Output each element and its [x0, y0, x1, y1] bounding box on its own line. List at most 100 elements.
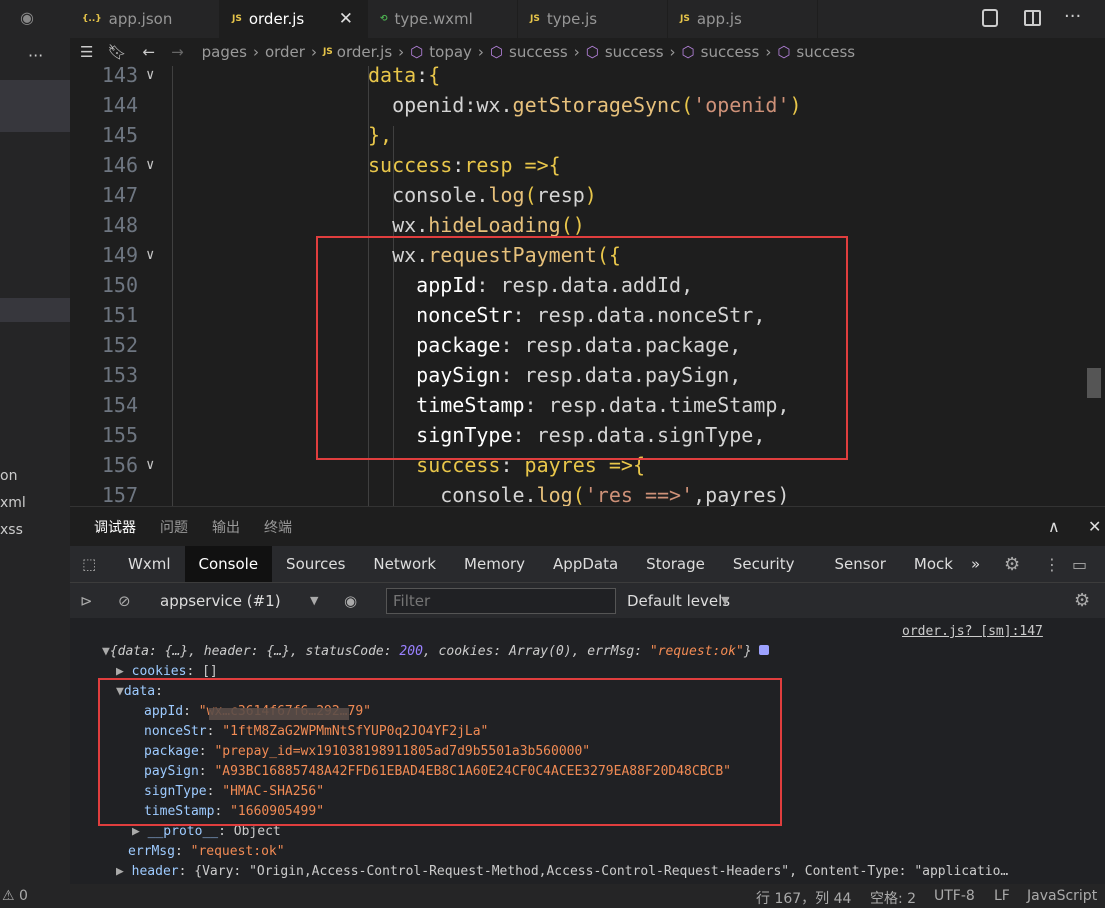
breadcrumb-item[interactable]: success: [509, 43, 568, 61]
tab-problems[interactable]: 问题: [160, 517, 188, 537]
source-link[interactable]: order.js? [sm]:147: [902, 622, 1043, 642]
line-number: 150: [101, 273, 138, 297]
panel-tabs: 调试器 问题 输出 终端 ∧ ✕: [70, 506, 1105, 546]
tab-appdata[interactable]: AppData: [539, 546, 632, 582]
tab-security[interactable]: Security: [719, 546, 809, 582]
tab-label: app.json: [108, 10, 173, 28]
language-mode[interactable]: JavaScript: [1027, 888, 1097, 904]
tab-sensor[interactable]: Sensor: [820, 546, 899, 582]
inspect-icon[interactable]: ⬚: [70, 555, 114, 573]
tab-storage[interactable]: Storage: [632, 546, 719, 582]
tab-console[interactable]: Console: [184, 546, 273, 582]
tab-mock[interactable]: Mock: [900, 546, 967, 582]
close-panel-icon[interactable]: ✕: [1088, 517, 1101, 536]
tab-label: type.wxml: [394, 10, 473, 28]
tab-wxml[interactable]: Wxml: [114, 546, 185, 582]
tab-label: order.js: [248, 10, 305, 28]
settings-icon[interactable]: ⚙: [1004, 554, 1020, 575]
tab-network[interactable]: Network: [359, 546, 450, 582]
tab-app-js[interactable]: JS app.js: [668, 0, 818, 38]
compare-icon[interactable]: [982, 9, 998, 27]
sidebar-highlight-item[interactable]: [0, 298, 70, 322]
cube-icon: ⬡: [410, 43, 424, 61]
log-summary[interactable]: ▼{data: {…}, header: {…}, statusCode: 20…: [102, 642, 770, 662]
json-file-icon: {..}: [82, 14, 102, 24]
breadcrumb-item[interactable]: pages: [202, 43, 247, 61]
editor-scrollbar[interactable]: [1087, 368, 1101, 398]
breadcrumb-item[interactable]: success: [796, 43, 855, 61]
context-select[interactable]: appservice (#1): [160, 592, 281, 610]
code-line: console.log(resp): [392, 183, 597, 207]
breadcrumb-item[interactable]: order: [265, 43, 305, 61]
console-settings-icon[interactable]: ⚙: [1074, 590, 1090, 611]
activity-icon-area[interactable]: ◉: [20, 8, 34, 27]
tab-order-js[interactable]: JS order.js ✕: [220, 0, 368, 38]
tab-debugger[interactable]: 调试器: [94, 517, 136, 537]
cube-icon: ⬡: [681, 43, 695, 61]
tab-terminal[interactable]: 终端: [264, 517, 292, 537]
highlight-box-request-payment: [316, 236, 848, 460]
kebab-icon[interactable]: ⋮: [1044, 555, 1060, 574]
code-line: openid:wx.getStorageSync('openid'): [392, 93, 802, 117]
tab-label: type.js: [546, 10, 598, 28]
activity-bar: ◉ ··· on xml xss: [0, 0, 70, 884]
close-icon[interactable]: ✕: [339, 9, 353, 29]
breadcrumb-item[interactable]: topay: [429, 43, 472, 61]
tab-app-json[interactable]: {..} app.json: [70, 0, 220, 38]
line-number: 145: [101, 123, 138, 147]
line-number: 149: [101, 243, 138, 267]
more-actions-icon[interactable]: ···: [1064, 6, 1081, 27]
eye-icon[interactable]: ◉: [344, 592, 357, 610]
chevron-down-icon[interactable]: ∨: [146, 150, 154, 180]
chevron-down-icon[interactable]: ∨: [146, 450, 154, 480]
filter-input[interactable]: [386, 588, 616, 614]
more-tabs-icon[interactable]: »: [967, 546, 984, 582]
maximize-icon[interactable]: ∧: [1048, 517, 1060, 536]
code-line: success:resp =>{: [368, 153, 561, 177]
breadcrumb-item[interactable]: success: [605, 43, 664, 61]
indentation[interactable]: 空格: 2: [870, 888, 916, 908]
line-number: 144: [101, 93, 138, 117]
line-number: 153: [101, 363, 138, 387]
sidebar-label: on: [0, 468, 18, 484]
chevron-down-icon[interactable]: ∨: [146, 66, 154, 90]
levels-dropdown[interactable]: Default levels: [627, 592, 730, 610]
header-row[interactable]: ▶ header: {Vary: "Origin,Access-Control-…: [116, 862, 1008, 882]
outline-icon[interactable]: ☰: [80, 43, 93, 61]
line-number: 147: [101, 183, 138, 207]
tab-sources[interactable]: Sources: [272, 546, 359, 582]
code-line: console.log('res ==>',payres): [440, 483, 790, 506]
chevron-down-icon[interactable]: ∨: [146, 240, 154, 270]
cube-icon: ⬡: [777, 43, 791, 61]
cube-icon: ⬡: [585, 43, 599, 61]
tab-type-js[interactable]: JS type.js: [518, 0, 668, 38]
breadcrumb-item[interactable]: order.js: [337, 43, 392, 61]
bookmark-icon[interactable]: 🔖︎: [107, 43, 126, 61]
sidebar-toggle-icon[interactable]: ⊳: [80, 592, 93, 610]
context-dropdown-icon[interactable]: ▼: [310, 594, 318, 607]
levels-chevron-icon[interactable]: ▼: [721, 594, 729, 607]
sidebar-label: xss: [0, 522, 23, 538]
console-output[interactable]: order.js? [sm]:147 ▼{data: {…}, header: …: [70, 618, 1105, 884]
breadcrumb-item[interactable]: success: [701, 43, 760, 61]
sidebar-selected-item[interactable]: [0, 80, 70, 132]
line-number: 148: [101, 213, 138, 237]
line-ending[interactable]: LF: [994, 888, 1010, 904]
tab-output[interactable]: 输出: [212, 517, 240, 537]
warnings-count[interactable]: ⚠ 0: [2, 888, 28, 904]
more-icon[interactable]: ···: [28, 46, 43, 65]
highlight-box-data: [98, 678, 782, 826]
tab-memory[interactable]: Memory: [450, 546, 539, 582]
dock-icon[interactable]: ▭: [1072, 555, 1087, 574]
line-number: 152: [101, 333, 138, 357]
tab-type-wxml[interactable]: ⟲ type.wxml: [368, 0, 518, 38]
encoding[interactable]: UTF-8: [934, 888, 975, 904]
clear-console-icon[interactable]: ⊘: [118, 592, 131, 610]
back-icon[interactable]: ←: [143, 43, 156, 61]
line-number: 155: [101, 423, 138, 447]
info-icon: [759, 645, 770, 655]
forward-icon[interactable]: →: [171, 43, 184, 61]
cursor-position[interactable]: 行 167，列 44: [756, 888, 851, 908]
line-number: 146: [101, 153, 138, 177]
split-editor-icon[interactable]: [1024, 10, 1041, 26]
